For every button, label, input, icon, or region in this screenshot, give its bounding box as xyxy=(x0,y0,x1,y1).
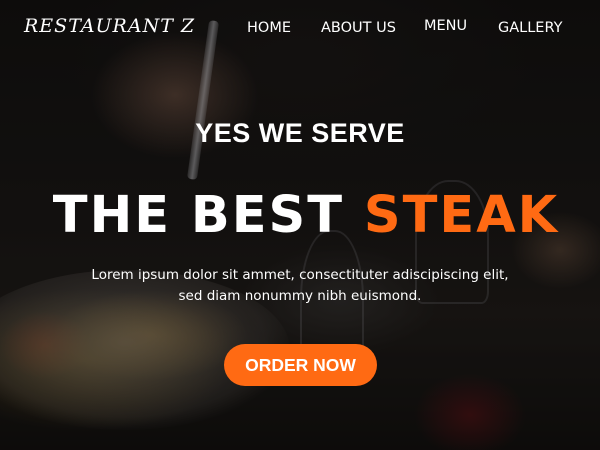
navbar: RESTAURANT Z HOME ABOUT US MENU GALLERY xyxy=(0,0,600,56)
logo[interactable]: RESTAURANT Z xyxy=(24,15,195,37)
hero-section: RESTAURANT Z HOME ABOUT US MENU GALLERY … xyxy=(0,0,600,450)
hero-description: Lorem ipsum dolor sit ammet, consectitut… xyxy=(40,265,560,307)
nav-item-about-us[interactable]: ABOUT US xyxy=(321,20,396,36)
nav-item-gallery[interactable]: GALLERY xyxy=(498,20,562,36)
nav-item-menu[interactable]: MENU xyxy=(424,18,467,34)
hero-tagline: YES WE SERVE xyxy=(195,118,405,148)
nav-item-home[interactable]: HOME xyxy=(247,20,291,36)
description-line-2: sed diam nonummy nibh euismond. xyxy=(178,288,422,304)
order-now-button[interactable]: ORDER NOW xyxy=(224,344,377,386)
headline-accent-text: STEAK xyxy=(363,186,560,245)
description-line-1: Lorem ipsum dolor sit ammet, consectitut… xyxy=(91,267,509,283)
headline-white-text: THE BEST xyxy=(52,186,345,245)
hero-headline: THE BEST STEAK xyxy=(0,186,600,245)
